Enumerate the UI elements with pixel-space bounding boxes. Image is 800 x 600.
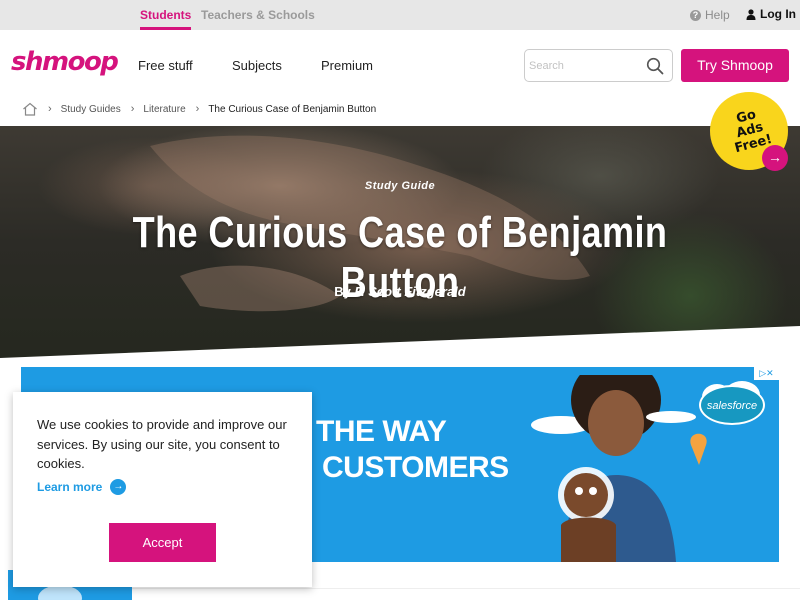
learn-more-link[interactable]: Learn more → [37,479,127,495]
chevron-right-icon: › [130,103,135,115]
ad-headline-1: THE WAY [316,415,447,448]
question-icon: ? [690,9,701,21]
cookie-consent-dialog: We use cookies to provide and improve ou… [13,392,312,587]
salesforce-logo: salesforce [699,381,765,425]
login-link[interactable]: Log In [746,7,796,21]
tab-teachers-schools[interactable]: Teachers & Schools [201,0,315,30]
user-icon [746,8,756,20]
arrow-right-icon: → [110,479,127,495]
breadcrumb-current: The Curious Case of Benjamin Button [208,103,377,115]
ad-person-illustration [531,375,707,562]
help-link[interactable]: ? Help [690,8,730,22]
search-box [524,49,673,82]
breadcrumb-study-guides[interactable]: Study Guides [61,104,121,115]
divider [132,588,800,589]
breadcrumb: › Study Guides › Literature › The Curiou… [22,100,376,118]
chevron-right-icon: › [195,103,200,115]
tab-students[interactable]: Students [140,0,192,30]
shmoop-logo[interactable]: shmoop [11,47,119,77]
chevron-right-icon: › [48,103,52,115]
arrow-right-icon[interactable]: → [762,145,788,171]
main-header: shmoop Free stuff Subjects Premium Try S… [0,30,800,100]
hero-byline: By F. Scott Fitzgerald [0,284,800,299]
learn-more-label: Learn more [37,480,103,494]
top-utility-bar: Students Teachers & Schools ? Help Log I… [0,0,800,30]
author-name: F. Scott Fitzgerald [354,284,466,299]
nav-subjects[interactable]: Subjects [232,58,282,73]
home-icon[interactable] [22,102,38,116]
cloud-shape [38,585,82,600]
login-label: Log In [760,7,796,21]
nav-premium[interactable]: Premium [321,58,373,73]
try-shmoop-button[interactable]: Try Shmoop [681,49,789,82]
go-ads-free-badge[interactable]: Go Ads Free! → [710,92,788,171]
salesforce-label: salesforce [707,400,757,412]
byline-prefix: By [334,284,351,299]
cookie-message: We use cookies to provide and improve ou… [37,417,287,471]
hero-kicker: Study Guide [364,180,436,192]
breadcrumb-literature[interactable]: Literature [143,104,185,115]
search-input[interactable] [529,56,639,76]
search-icon[interactable] [646,57,664,75]
nav-free-stuff[interactable]: Free stuff [138,58,193,73]
accept-button[interactable]: Accept [109,523,216,562]
help-label: Help [705,8,730,22]
ad-headline-2: CUSTOMERS [322,451,509,484]
hero-banner: Study Guide The Curious Case of Benjamin… [0,126,800,358]
